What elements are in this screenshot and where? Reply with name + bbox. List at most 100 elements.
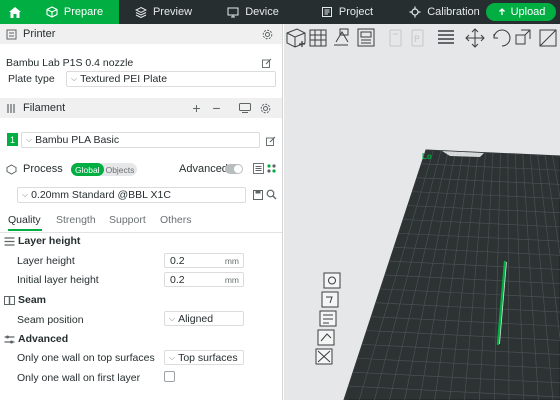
process-icon [6,163,17,175]
mode-objects-button[interactable]: Objects [104,165,135,175]
layers-icon [134,6,147,18]
subtab-quality[interactable]: Quality [8,214,41,226]
subtab-support[interactable]: Support [109,214,146,226]
tab-prepare[interactable]: Prepare [30,0,119,24]
grid-line [478,152,494,400]
grid-line [412,191,560,200]
add-filament-icon[interactable]: + [190,100,203,116]
tab-label: Calibration [427,6,480,18]
tab-preview[interactable]: Preview [119,0,208,24]
tab-label: Project [338,6,374,18]
printer-model-select[interactable]: Bambu Lab P1S 0.4 nozzle [6,55,258,71]
auto-orient-icon[interactable] [334,28,349,46]
grid-line [421,163,560,171]
chevron-down-icon: ⌵ [169,352,176,362]
tab-label: Prepare [63,6,104,18]
arrange-icon[interactable] [357,28,375,47]
top-wall-select[interactable]: ⌵ Top surfaces [164,350,244,365]
grid-line [358,150,434,400]
tab-project[interactable]: Project [298,0,396,24]
filament-title: Filament [23,102,66,114]
tab-device[interactable]: Device [208,0,298,24]
move-icon[interactable] [465,28,485,48]
advanced-toggle[interactable] [225,164,243,174]
layer-height-icon [4,236,15,246]
layer-height-group-title: Layer height [0,235,282,247]
subtab-strength[interactable]: Strength [56,214,96,226]
initial-layer-height-value: 0.2 [170,273,185,286]
scale-icon[interactable] [515,29,531,45]
edit-printer-icon[interactable] [260,56,273,69]
unit-label: mm [224,274,239,285]
measure-icon[interactable] [317,329,335,346]
settings-panel: Printer Bambu Lab P1S 0.4 nozzle Plate t… [0,24,283,400]
object-tools-column [315,272,341,365]
chevron-down-icon: ⌵ [71,74,78,83]
advanced-icon [4,335,15,343]
split-parts-icon[interactable]: P [411,29,424,47]
home-button[interactable] [0,0,30,24]
viewport-toolbar: P [286,28,557,48]
grid-line [416,177,560,186]
filament-select[interactable]: ⌵ Bambu PLA Basic [21,132,260,148]
seam-group-title: Seam [0,294,282,306]
grid-line [544,155,560,400]
filament-sync-icon[interactable] [238,102,251,114]
grid-line [353,371,560,386]
process-preset-value: 0.20mm Standard @BBL X1C [31,189,171,201]
add-object-icon[interactable] [286,28,306,48]
grid-line [463,152,486,400]
grid-line [529,154,555,400]
grid-line [537,154,560,400]
paint-seam-icon[interactable] [321,291,339,308]
tab-calibration[interactable]: Calibration [396,0,493,24]
plate-label: Lo [422,152,432,161]
mode-global-button[interactable]: Global [71,163,104,176]
initial-layer-height-input[interactable]: 0.2 mm [164,272,244,287]
printer-model-value: Bambu Lab P1S 0.4 nozzle [6,57,134,69]
grid-line [389,260,560,272]
first-wall-checkbox[interactable] [164,371,175,382]
grid-line [425,150,560,157]
active-subtab-indicator [8,229,42,231]
search-icon[interactable] [265,188,278,201]
process-list-icon[interactable] [252,162,265,175]
filament-slot-badge[interactable]: 1 [7,133,18,146]
plate-type-value: Textured PEI Plate [80,73,168,85]
save-preset-icon[interactable] [251,188,264,201]
grid-line [375,302,560,315]
top-wall-value: Top surfaces [178,351,238,364]
calibration-icon [409,6,421,18]
device-icon [227,7,239,18]
assembly-icon[interactable] [315,348,333,365]
text-tool-icon[interactable] [319,310,337,327]
seam-position-value: Aligned [178,312,214,325]
split-objects-icon[interactable] [389,29,402,47]
model-object[interactable] [492,260,532,360]
plate-type-select[interactable]: ⌵ Textured PEI Plate [66,71,276,87]
tab-label: Preview [152,6,193,18]
subtab-others[interactable]: Others [160,214,192,226]
filament-settings-gear-icon[interactable] [259,102,272,115]
3d-viewport[interactable]: P Lo [284,24,560,400]
grid-line [384,274,560,286]
process-compare-icon[interactable] [265,162,278,175]
edit-filament-icon[interactable] [264,134,277,147]
seam-position-label: Seam position [17,314,84,326]
grid-line [552,155,560,400]
seam-position-select[interactable]: ⌵ Aligned [164,311,244,326]
cut-icon[interactable] [539,29,557,47]
layer-height-input[interactable]: 0.2 mm [164,253,244,268]
paint-support-icon[interactable] [323,272,341,289]
upload-button[interactable]: Upload [486,3,556,21]
rotate-icon[interactable] [493,29,511,47]
remove-filament-icon[interactable]: − [210,100,223,116]
cube-icon [46,6,58,18]
layer-editing-icon[interactable] [438,30,454,44]
grid-line [407,205,560,214]
add-plate-icon[interactable] [309,29,327,47]
process-preset-select[interactable]: ⌵ 0.20mm Standard @BBL X1C [17,187,246,203]
project-icon [321,7,332,17]
printer-settings-gear-icon[interactable] [261,28,273,40]
grid-line [373,150,442,400]
